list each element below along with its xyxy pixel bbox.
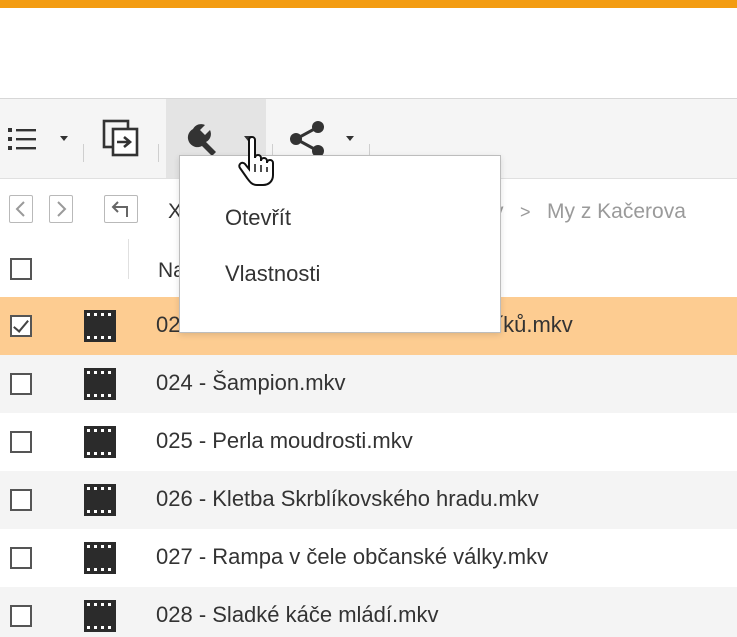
wrench-icon <box>187 123 216 156</box>
row-checkbox[interactable] <box>10 431 32 453</box>
file-name[interactable]: 025 - Perla moudrosti.mkv <box>156 428 413 454</box>
chevron-left-icon <box>15 201 25 217</box>
table-row[interactable]: 024 - Šampion.mkv <box>0 355 737 413</box>
row-checkbox[interactable] <box>10 489 32 511</box>
list-view-icon <box>8 127 36 150</box>
breadcrumb-separator: > <box>520 202 531 222</box>
header-area <box>0 8 737 99</box>
file-name-start[interactable]: 02 <box>156 312 180 338</box>
chevron-right-icon <box>57 201 67 217</box>
row-checkbox[interactable] <box>10 373 32 395</box>
row-checkbox[interactable] <box>10 315 32 337</box>
back-button[interactable] <box>9 195 33 223</box>
video-file-icon <box>84 542 116 574</box>
table-row[interactable]: 028 - Sladké káče mládí.mkv <box>0 587 737 637</box>
hand-cursor-icon <box>238 136 274 186</box>
chevron-down-icon <box>346 136 354 141</box>
copy-button[interactable] <box>92 99 158 178</box>
video-file-icon <box>84 310 116 342</box>
chevron-down-icon <box>60 136 68 141</box>
table-row[interactable]: 026 - Kletba Skrblíkovského hradu.mkv <box>0 471 737 529</box>
select-all-checkbox[interactable] <box>10 258 32 280</box>
toolbar-separator <box>83 144 84 162</box>
file-name[interactable]: 026 - Kletba Skrblíkovského hradu.mkv <box>156 486 539 512</box>
video-file-icon <box>84 368 116 400</box>
row-checkbox[interactable] <box>10 547 32 569</box>
file-name[interactable]: 028 - Sladké káče mládí.mkv <box>156 602 438 628</box>
column-separator <box>128 239 129 279</box>
video-file-icon <box>84 426 116 458</box>
forward-button[interactable] <box>49 195 73 223</box>
table-row[interactable]: 025 - Perla moudrosti.mkv <box>0 413 737 471</box>
video-file-icon <box>84 484 116 516</box>
video-file-icon <box>84 600 116 632</box>
row-checkbox[interactable] <box>10 605 32 627</box>
table-row[interactable]: 027 - Rampa v čele občanské války.mkv <box>0 529 737 587</box>
file-name[interactable]: 024 - Šampion.mkv <box>156 370 346 396</box>
list-view-button[interactable] <box>0 99 82 178</box>
menu-item-open[interactable]: Otevřít <box>225 205 291 231</box>
breadcrumb-current[interactable]: My z Kačerova <box>547 200 686 224</box>
top-accent-bar <box>0 0 737 8</box>
up-level-button[interactable] <box>104 195 138 223</box>
copy-icon <box>102 119 139 156</box>
tools-dropdown-menu: Otevřít Vlastnosti <box>179 155 501 333</box>
return-arrow-icon <box>111 201 128 217</box>
file-name-end[interactable]: íků.mkv <box>497 312 573 338</box>
file-name[interactable]: 027 - Rampa v čele občanské války.mkv <box>156 544 548 570</box>
share-icon <box>290 120 324 157</box>
toolbar-separator <box>158 144 159 162</box>
menu-item-properties[interactable]: Vlastnosti <box>225 261 320 287</box>
